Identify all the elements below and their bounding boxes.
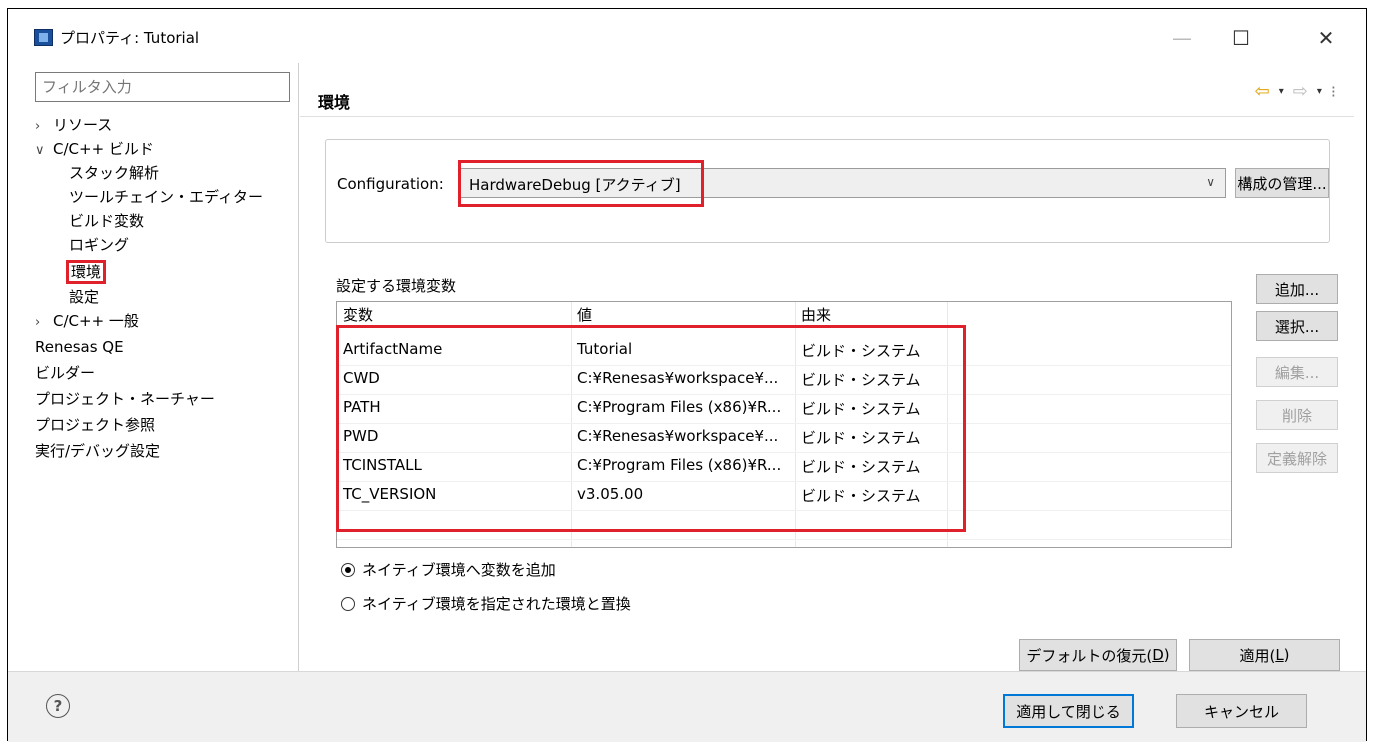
back-dropdown-icon[interactable]: ▾ (1279, 86, 1284, 97)
tree-item-builder[interactable]: ビルダー (35, 361, 95, 385)
maximize-button[interactable]: ☐ (1221, 21, 1261, 55)
property-page: 環境 ⇦ ▾ ⇨ ▾ ⁝ Configuration: HardwareDebu… (300, 63, 1354, 671)
minimize-button[interactable]: — (1162, 21, 1202, 55)
configuration-label: Configuration: (337, 175, 444, 193)
tree-item-resource[interactable]: › リソース (35, 113, 112, 137)
properties-dialog: プロパティ: Tutorial — ☐ ✕ ›リソース ∨C/C++ ビルド ス… (7, 8, 1367, 742)
table-row[interactable]: PATH C:¥Program Files (x86)¥R... ビルド・システ… (337, 394, 1231, 424)
radio-append-native[interactable]: ネイティブ環境へ変数を追加 (341, 559, 556, 580)
chevron-down-icon[interactable]: ∨ (35, 139, 53, 163)
back-arrow-icon[interactable]: ⇦ (1255, 81, 1270, 102)
delete-button[interactable]: 削除 (1256, 400, 1338, 430)
tree-item-environment[interactable]: 環境 (65, 260, 107, 284)
pane-divider[interactable] (298, 63, 299, 671)
table-row[interactable]: CWD C:¥Renesas¥workspace¥... ビルド・システム (337, 365, 1231, 395)
tree-item-cpp-general[interactable]: › C/C++ 一般 (35, 309, 139, 333)
tree-item-toolchain-editor[interactable]: ツールチェイン・エディター (69, 185, 263, 209)
tree-item-renesas-qe[interactable]: Renesas QE (35, 335, 124, 359)
table-row[interactable]: PWD C:¥Renesas¥workspace¥... ビルド・システム (337, 423, 1231, 453)
tree-item-logging[interactable]: ロギング (69, 233, 129, 257)
tree-item-cpp-build[interactable]: ∨ C/C++ ビルド (35, 137, 154, 161)
edit-button[interactable]: 編集... (1256, 357, 1338, 387)
radio-selected-icon (341, 562, 355, 577)
page-header: 環境 ⇦ ▾ ⇨ ▾ ⁝ (300, 63, 1354, 117)
manage-configurations-button[interactable]: 構成の管理... (1235, 168, 1329, 198)
undefine-button[interactable]: 定義解除 (1256, 443, 1338, 473)
close-button[interactable]: ✕ (1306, 21, 1346, 55)
filter-input[interactable] (35, 72, 290, 102)
env-variables-table[interactable]: 変数 値 由来 ArtifactName Tutorial ビルド・システム C… (336, 301, 1232, 548)
add-button[interactable]: 追加... (1256, 274, 1338, 304)
column-header-value[interactable]: 値 (577, 304, 592, 326)
title-bar[interactable]: プロパティ: Tutorial — ☐ ✕ (8, 9, 1366, 63)
tree-item-stack-analysis[interactable]: スタック解析 (69, 161, 159, 185)
app-icon (34, 29, 53, 46)
tree-item-run-debug-settings[interactable]: 実行/デバッグ設定 (35, 439, 160, 463)
chevron-right-icon[interactable]: › (35, 311, 53, 335)
forward-dropdown-icon[interactable]: ▾ (1317, 86, 1322, 97)
radio-replace-native[interactable]: ネイティブ環境を指定された環境と置換 (341, 593, 631, 614)
chevron-down-icon: ∨ (1206, 175, 1215, 189)
table-row[interactable]: ArtifactName Tutorial ビルド・システム (337, 336, 1231, 366)
cancel-button[interactable]: キャンセル (1176, 694, 1307, 728)
column-header-origin[interactable]: 由来 (801, 304, 831, 326)
dialog-footer: ? 適用して閉じる キャンセル (8, 671, 1366, 742)
table-row[interactable]: TC_VERSION v3.05.00 ビルド・システム (337, 481, 1231, 511)
restore-defaults-button[interactable]: デフォルトの復元(D) (1019, 639, 1177, 671)
select-button[interactable]: 選択... (1256, 311, 1338, 341)
help-icon[interactable]: ? (46, 694, 70, 718)
tree-item-project-nature[interactable]: プロジェクト・ネーチャー (35, 387, 215, 411)
table-row[interactable]: TCINSTALL C:¥Program Files (x86)¥R... ビル… (337, 452, 1231, 482)
tree-item-settings[interactable]: 設定 (69, 285, 99, 309)
radio-unselected-icon (341, 596, 355, 611)
column-header-variable[interactable]: 変数 (343, 304, 373, 326)
more-menu-icon[interactable]: ⁝ (1331, 82, 1336, 101)
chevron-right-icon[interactable]: › (35, 115, 53, 139)
tree-item-environment-label: 環境 (65, 260, 107, 284)
tree-item-build-variables[interactable]: ビルド変数 (69, 209, 144, 233)
apply-and-close-button[interactable]: 適用して閉じる (1003, 694, 1134, 728)
configuration-select[interactable]: HardwareDebug [アクティブ] ∨ (460, 168, 1226, 198)
tree-item-project-references[interactable]: プロジェクト参照 (35, 413, 155, 437)
configuration-value: HardwareDebug [アクティブ] (469, 176, 681, 194)
page-title: 環境 (318, 93, 351, 112)
apply-button[interactable]: 適用(L) (1189, 639, 1340, 671)
window-title: プロパティ: Tutorial (60, 29, 200, 47)
env-variables-label: 設定する環境変数 (336, 277, 457, 295)
forward-arrow-icon[interactable]: ⇨ (1293, 81, 1308, 102)
history-nav: ⇦ ▾ ⇨ ▾ ⁝ (1255, 81, 1336, 102)
table-row (337, 510, 1231, 540)
